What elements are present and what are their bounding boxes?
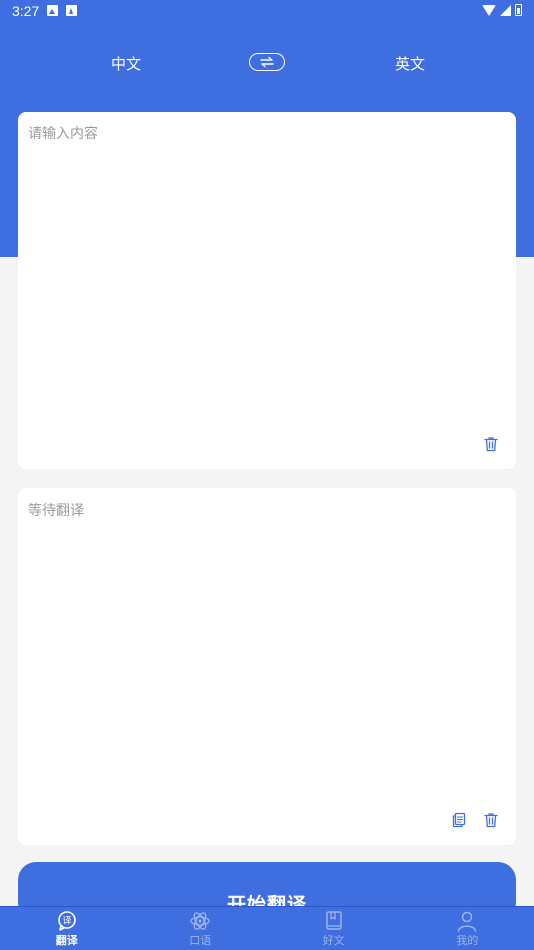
tab-profile[interactable]: 我的 <box>401 907 534 950</box>
translate-chat-icon: 译 <box>57 911 76 931</box>
status-bar: 3:27 <box>0 0 534 24</box>
user-icon <box>458 911 477 932</box>
tab-label: 翻译 <box>55 934 78 947</box>
status-left-icons <box>47 5 77 16</box>
tab-translate[interactable]: 译 翻译 <box>0 907 134 950</box>
swap-language-button[interactable] <box>249 53 285 71</box>
status-right-icons <box>482 4 522 16</box>
accessibility-icon <box>66 5 77 16</box>
tab-label: 口语 <box>189 934 212 947</box>
tab-articles[interactable]: 好文 <box>267 907 401 950</box>
trash-icon <box>484 437 498 452</box>
book-icon <box>326 911 342 930</box>
tab-label: 我的 <box>456 934 479 947</box>
source-text-input[interactable] <box>28 123 506 423</box>
wifi-icon <box>482 4 496 16</box>
swap-arrows-icon <box>260 56 274 68</box>
output-card: 等待翻译 <box>18 488 516 845</box>
status-time: 3:27 <box>12 3 40 19</box>
tab-speaking[interactable]: 口语 <box>134 907 268 950</box>
svg-text:译: 译 <box>62 916 71 927</box>
source-language[interactable]: 中文 <box>111 53 141 74</box>
battery-icon <box>515 4 522 16</box>
signal-icon <box>500 4 511 16</box>
clear-input-button[interactable] <box>482 435 500 453</box>
target-language[interactable]: 英文 <box>395 53 425 74</box>
atom-icon <box>190 912 210 930</box>
copy-output-button[interactable] <box>450 811 468 829</box>
translation-output: 等待翻译 <box>28 503 84 519</box>
tab-label: 好文 <box>322 934 345 947</box>
language-bar: 中文 英文 <box>0 48 534 78</box>
input-card <box>18 112 516 469</box>
copy-icon <box>452 812 466 828</box>
clear-output-button[interactable] <box>482 811 500 829</box>
bottom-tab-bar: 译 翻译 口语 好文 我的 <box>0 906 534 950</box>
trash-icon <box>484 813 498 828</box>
image-icon <box>47 5 58 16</box>
